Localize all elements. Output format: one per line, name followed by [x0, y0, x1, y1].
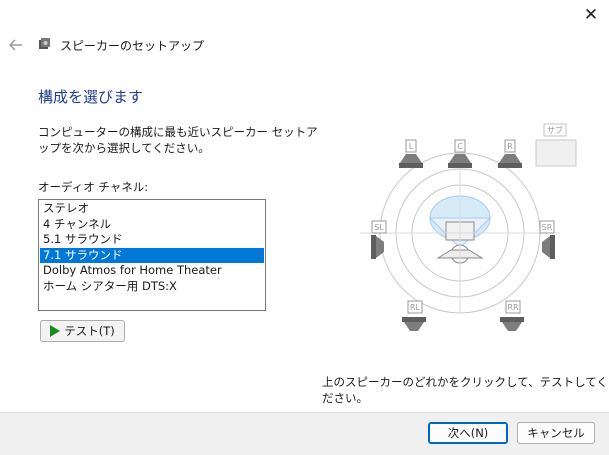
- list-item[interactable]: ステレオ: [40, 201, 264, 217]
- page-description: コンピューターの構成に最も近いスピーカー セットアップを次から選択してください。: [38, 125, 318, 155]
- label-sl: SL: [374, 223, 384, 232]
- cancel-button[interactable]: キャンセル: [517, 422, 595, 444]
- window-title: スピーカーのセットアップ: [60, 39, 205, 53]
- audio-channel-label: オーディオ チャネル:: [38, 180, 149, 194]
- list-item[interactable]: 4 チャンネル: [40, 217, 264, 233]
- back-arrow-icon[interactable]: [6, 36, 26, 54]
- list-item-selected[interactable]: 7.1 サラウンド: [40, 247, 264, 263]
- window-title-row: スピーカーのセットアップ: [38, 37, 204, 54]
- list-item[interactable]: Dolby Atmos for Home Theater: [40, 263, 264, 279]
- list-item[interactable]: 5.1 サラウンド: [40, 232, 264, 248]
- label-r: R: [507, 142, 513, 151]
- speaker-diagram: L C R サブ SL SR RL RR: [360, 118, 600, 350]
- label-rl: RL: [410, 303, 421, 312]
- audio-channel-listbox[interactable]: ステレオ 4 チャンネル 5.1 サラウンド 7.1 サラウンド Dolby A…: [38, 199, 266, 311]
- test-button-label: テスト(T): [64, 324, 115, 338]
- label-sr: SR: [542, 223, 553, 232]
- label-l: L: [409, 142, 414, 151]
- label-rr: RR: [507, 303, 519, 312]
- next-button[interactable]: 次へ(N): [428, 422, 508, 444]
- test-button[interactable]: テスト(T): [40, 320, 125, 342]
- label-sub: サブ: [547, 125, 563, 135]
- list-item[interactable]: ホーム シアター用 DTS:X: [40, 279, 264, 295]
- label-c: C: [457, 142, 463, 151]
- speaker-icon: [38, 37, 52, 54]
- play-icon: [50, 325, 61, 337]
- close-button[interactable]: ✕: [576, 2, 606, 28]
- page-heading: 構成を選びます: [38, 88, 144, 106]
- hint-text: 上のスピーカーのどれかをクリックして、テストしてください。: [322, 375, 608, 405]
